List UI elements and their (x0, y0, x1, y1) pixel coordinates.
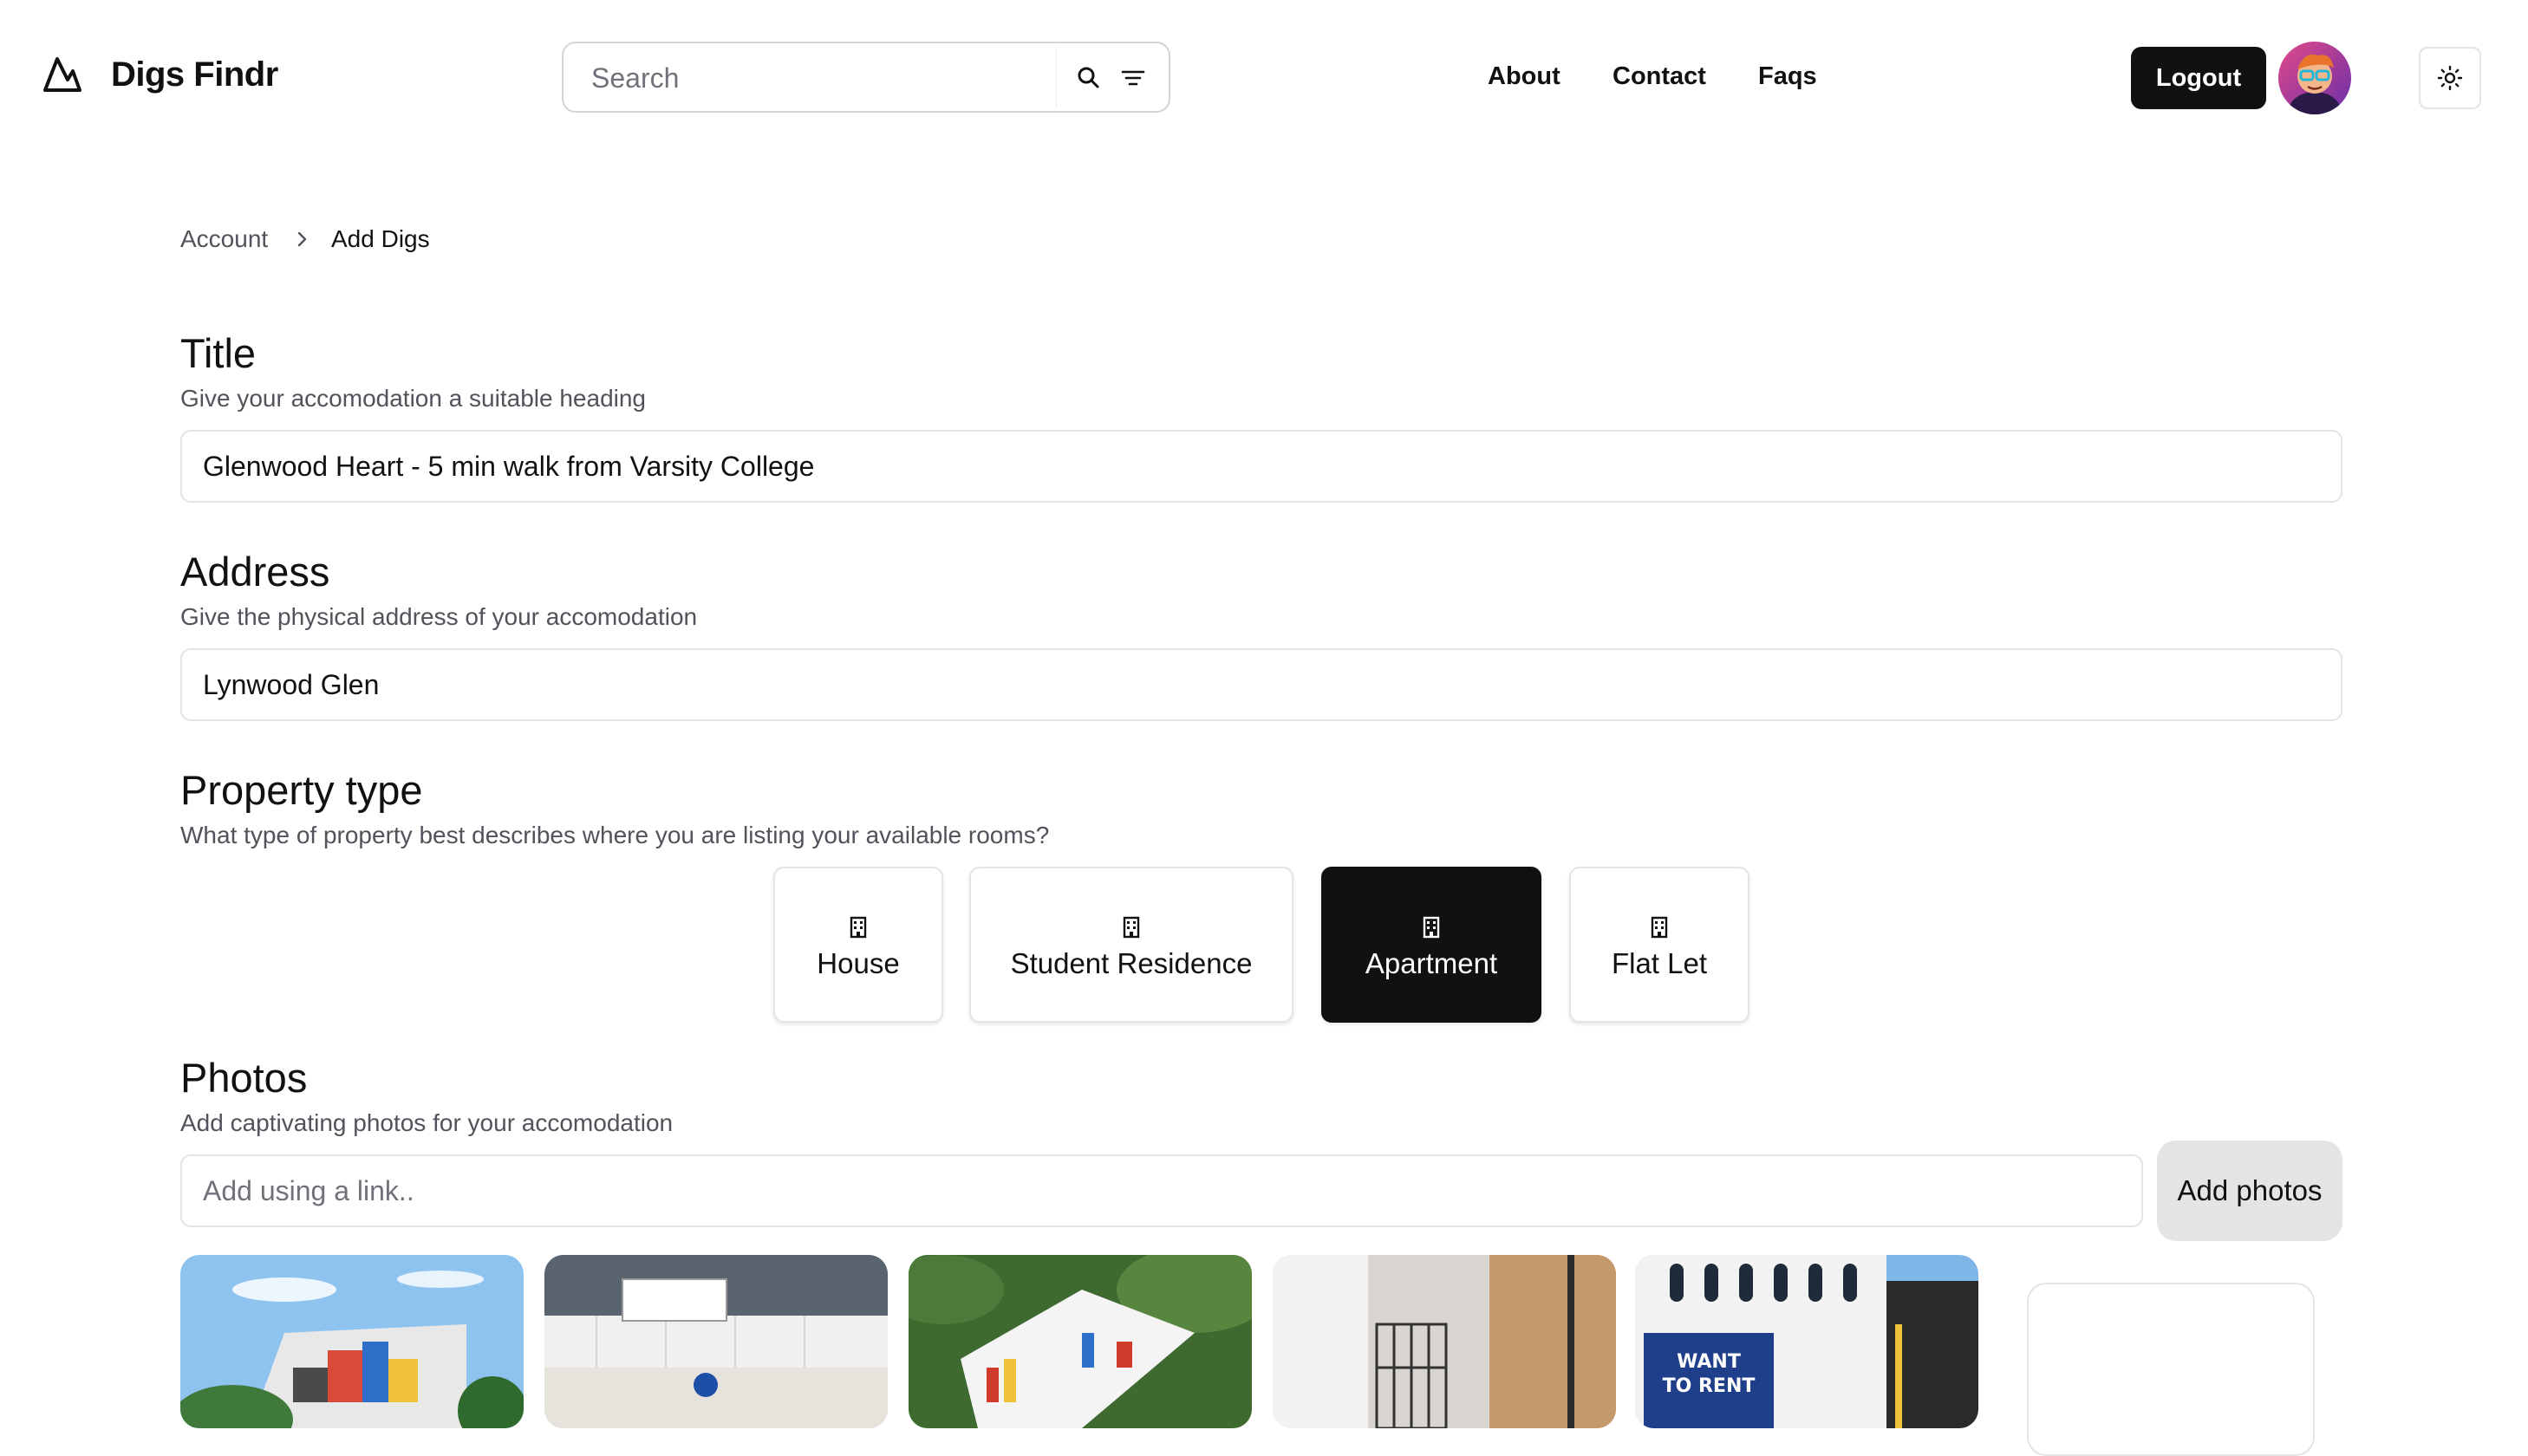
photo-thumbnail-3[interactable] (909, 1255, 1252, 1428)
title-description: Give your accomodation a suitable headin… (180, 385, 647, 412)
upload-photo-tile[interactable] (2027, 1283, 2315, 1456)
avatar[interactable] (2278, 42, 2351, 114)
photo-thumbnail-1[interactable] (180, 1255, 524, 1428)
building-icon (850, 916, 867, 939)
photo-thumbnail-4[interactable] (1273, 1255, 1616, 1428)
building-icon (1123, 916, 1140, 939)
sun-icon (2437, 65, 2463, 91)
title-heading: Title (180, 330, 257, 376)
photo-thumbnail-2[interactable] (544, 1255, 888, 1428)
breadcrumb-current: Add Digs (331, 225, 430, 252)
theme-toggle-button[interactable] (2419, 47, 2481, 109)
address-heading: Address (180, 549, 330, 595)
property-type-flat-let[interactable]: Flat Let (1569, 867, 1749, 1023)
search-icon[interactable] (1075, 64, 1103, 92)
property-type-student-residence[interactable]: Student Residence (969, 867, 1293, 1023)
photos-heading: Photos (180, 1055, 308, 1101)
photo-link-input[interactable] (180, 1154, 2143, 1227)
title-input[interactable] (180, 430, 2342, 503)
property-type-label: House (817, 947, 900, 979)
building-icon (1651, 916, 1668, 939)
chevron-right-icon (297, 231, 307, 247)
search-divider (1056, 47, 1057, 107)
breadcrumb-account-link[interactable]: Account (180, 225, 268, 253)
mountain-logo-icon[interactable] (42, 54, 83, 94)
address-description: Give the physical address of your accomo… (180, 603, 698, 630)
svg-text:TO RENT: TO RENT (1663, 1375, 1756, 1397)
property-type-apartment[interactable]: Apartment (1321, 867, 1541, 1023)
search-bar (562, 42, 1170, 113)
building-icon (1423, 916, 1440, 939)
property-type-label: Flat Let (1611, 947, 1708, 979)
photos-description: Add captivating photos for your accomoda… (180, 1109, 674, 1136)
property-type-house[interactable]: House (773, 867, 943, 1023)
logout-button[interactable]: Logout (2131, 47, 2266, 109)
nav-faqs-link[interactable]: Faqs (1758, 62, 1817, 91)
property-type-heading: Property type (180, 767, 423, 813)
search-input[interactable] (565, 45, 1078, 111)
brand-name[interactable]: Digs Findr (111, 55, 278, 94)
top-navbar: Digs Findr About Contact Faqs Logout (0, 0, 2528, 156)
svg-text:WANT: WANT (1677, 1351, 1741, 1373)
address-input[interactable] (180, 648, 2342, 721)
nav-about-link[interactable]: About (1488, 62, 1560, 91)
nav-contact-link[interactable]: Contact (1613, 62, 1706, 91)
property-type-description: What type of property best describes whe… (180, 822, 1050, 848)
filter-icon[interactable] (1118, 64, 1148, 92)
property-type-label: Student Residence (1010, 947, 1253, 979)
add-photos-button[interactable]: Add photos (2157, 1141, 2342, 1241)
property-type-label: Apartment (1365, 947, 1498, 979)
photo-thumbnail-5[interactable]: WANT TO RENT (1635, 1255, 1978, 1428)
